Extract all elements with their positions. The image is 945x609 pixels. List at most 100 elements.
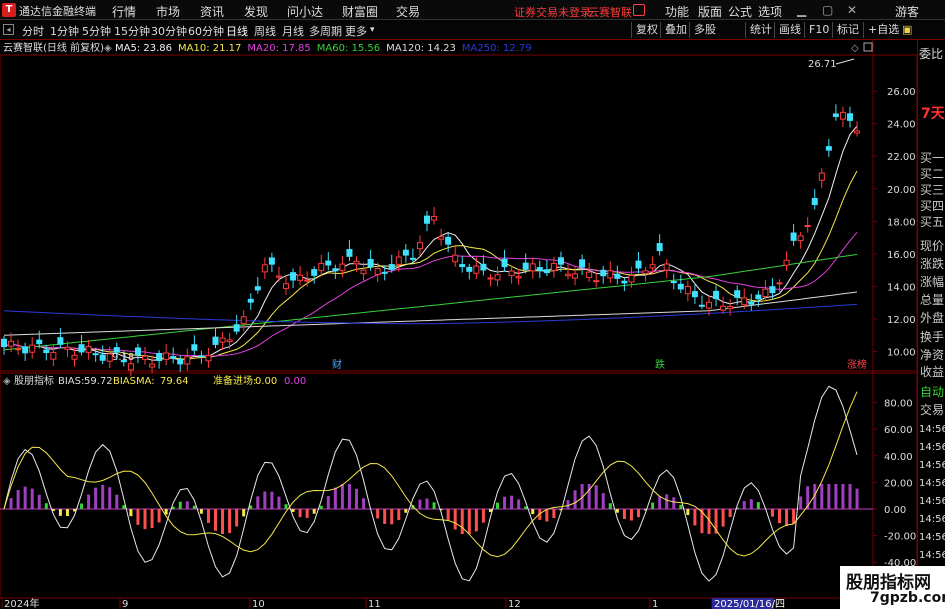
btn-duogu[interactable]: 多股 (689, 22, 716, 38)
period-15min[interactable]: 15分钟 (114, 23, 150, 39)
add-watchlist-button[interactable]: +自选 (863, 22, 899, 38)
ma-line (3, 291, 858, 336)
btn-biaoji[interactable]: 标记 (832, 22, 859, 38)
menu-shichang[interactable]: 市场 (156, 3, 180, 20)
menu-banmian[interactable]: 版面 (698, 3, 722, 20)
indicator-bar (728, 509, 732, 517)
indicator-bar (587, 484, 591, 509)
period-monthly[interactable]: 月线 (282, 23, 304, 39)
event-tag-zhangbang[interactable]: 涨榜 (847, 358, 867, 371)
side-eps: 收益 (920, 365, 945, 379)
side-buy3: 买三 (920, 183, 945, 197)
watchlist-icon[interactable]: ▣ (898, 22, 912, 38)
candle-body (198, 355, 205, 358)
price-tick-label: 14.00 (887, 282, 916, 293)
menu-caifuquan[interactable]: 财富圈 (342, 3, 378, 20)
indicator-bar (115, 494, 119, 509)
indicator-settings-icon[interactable]: ◈ (3, 376, 11, 387)
period-30min[interactable]: 30分钟 (151, 23, 187, 39)
indicator-bar (432, 502, 436, 509)
menu-faxian[interactable]: 发现 (244, 3, 268, 20)
indicator-tick-label: 60.00 (884, 425, 913, 436)
close-icon[interactable]: ✕ (847, 3, 857, 17)
indicator-bar (601, 493, 605, 509)
diamond-icon[interactable]: ◇ (851, 43, 859, 54)
indicator-bar (16, 490, 20, 509)
event-tag-cai[interactable]: 财 (332, 358, 342, 371)
collapse-left-icon[interactable]: ◂ (3, 24, 14, 35)
menu-jiaoyi[interactable]: 交易 (396, 3, 420, 20)
ma-settings-icon[interactable]: ◈ (104, 43, 112, 54)
period-fenshi[interactable]: 分时 (22, 23, 44, 39)
candle-body (50, 351, 57, 360)
guest-user[interactable]: 游客 (895, 3, 919, 20)
kline-chart[interactable]: 云赛智联(日线 前复权) ◈ MA5: 23.86 MA10: 21.17 MA20… (0, 40, 917, 609)
indicator-bar (496, 502, 499, 509)
indicator-bar (221, 509, 225, 534)
side-auto[interactable]: 自动 (920, 386, 945, 399)
side-price: 现价 (920, 239, 945, 253)
period-multi[interactable]: 多周期 (309, 23, 342, 39)
candle-body (663, 263, 670, 271)
ma-line (3, 253, 858, 351)
period-1min[interactable]: 1分钟 (50, 23, 79, 39)
candle-body (233, 324, 240, 332)
menu-zixun[interactable]: 资讯 (200, 3, 224, 20)
btn-tongji[interactable]: 统计 (745, 22, 772, 38)
candle-body (804, 224, 811, 227)
btn-huaxian[interactable]: 画线 (774, 22, 801, 38)
menu-gongshi[interactable]: 公式 (728, 3, 752, 20)
ma-line (3, 231, 858, 357)
menu-wenxiaoda[interactable]: 问小达 (287, 3, 323, 20)
indicator-bar (474, 509, 478, 532)
maximize-icon[interactable]: ▢ (822, 3, 833, 17)
indicator-bar (510, 495, 514, 509)
candle-body (854, 130, 861, 134)
side-seven-day: 7天 (921, 106, 945, 122)
menu-xuanxiang[interactable]: 选项 (758, 3, 782, 20)
price-tick-label: 16.00 (887, 250, 916, 261)
tick-time: 14:56 (919, 478, 945, 489)
collapse-box-icon[interactable] (863, 42, 873, 52)
period-weekly[interactable]: 周线 (254, 23, 276, 39)
price-tick-label: 18.00 (887, 217, 916, 228)
indicator-bar (340, 484, 344, 509)
btn-f10[interactable]: F10 (804, 22, 829, 38)
candle-body (670, 280, 677, 284)
trade-window-icon[interactable] (633, 4, 645, 16)
date-tick-label: 2024年 (4, 597, 39, 609)
candle-body (572, 273, 579, 279)
period-more[interactable]: 更多 (345, 23, 367, 39)
ma-legend-item: MA10: 21.17 (178, 43, 241, 54)
indicator-bar (30, 488, 34, 509)
candle-body (325, 260, 332, 266)
period-5min[interactable]: 5分钟 (82, 23, 111, 39)
indicator-bar (531, 509, 535, 515)
menu-hangqing[interactable]: 行情 (112, 3, 136, 20)
minimize-icon[interactable]: ▁ (797, 3, 806, 17)
candle-body (445, 236, 452, 245)
candle-body (332, 268, 339, 272)
indicator-bar (143, 509, 147, 530)
candle-body (416, 242, 423, 250)
candle-body (431, 216, 438, 221)
candle-body (438, 236, 445, 240)
candle-body (163, 352, 170, 360)
indicator-bar (524, 506, 528, 509)
candle-body (656, 243, 663, 252)
broker-login-status[interactable]: 证券交易未登录 (514, 4, 591, 20)
side-trade[interactable]: 交易 (920, 404, 945, 417)
trade-link[interactable]: 云赛智联 (588, 4, 632, 20)
indicator-bar (319, 505, 323, 509)
menu-gongneng[interactable]: 功能 (665, 3, 689, 20)
more-dropdown-icon[interactable]: ▾ (370, 25, 375, 35)
indicator-bar (157, 509, 161, 523)
btn-fuquan[interactable]: 复权 (631, 22, 658, 38)
indicator-bar (277, 496, 281, 509)
event-tag-die[interactable]: 跌 (655, 358, 665, 371)
indicator-bar (228, 509, 232, 534)
btn-diejia[interactable]: 叠加 (660, 22, 687, 38)
indicator-tick-label: 20.00 (884, 478, 913, 489)
period-daily[interactable]: 日线 (226, 23, 248, 39)
period-60min[interactable]: 60分钟 (188, 23, 224, 39)
